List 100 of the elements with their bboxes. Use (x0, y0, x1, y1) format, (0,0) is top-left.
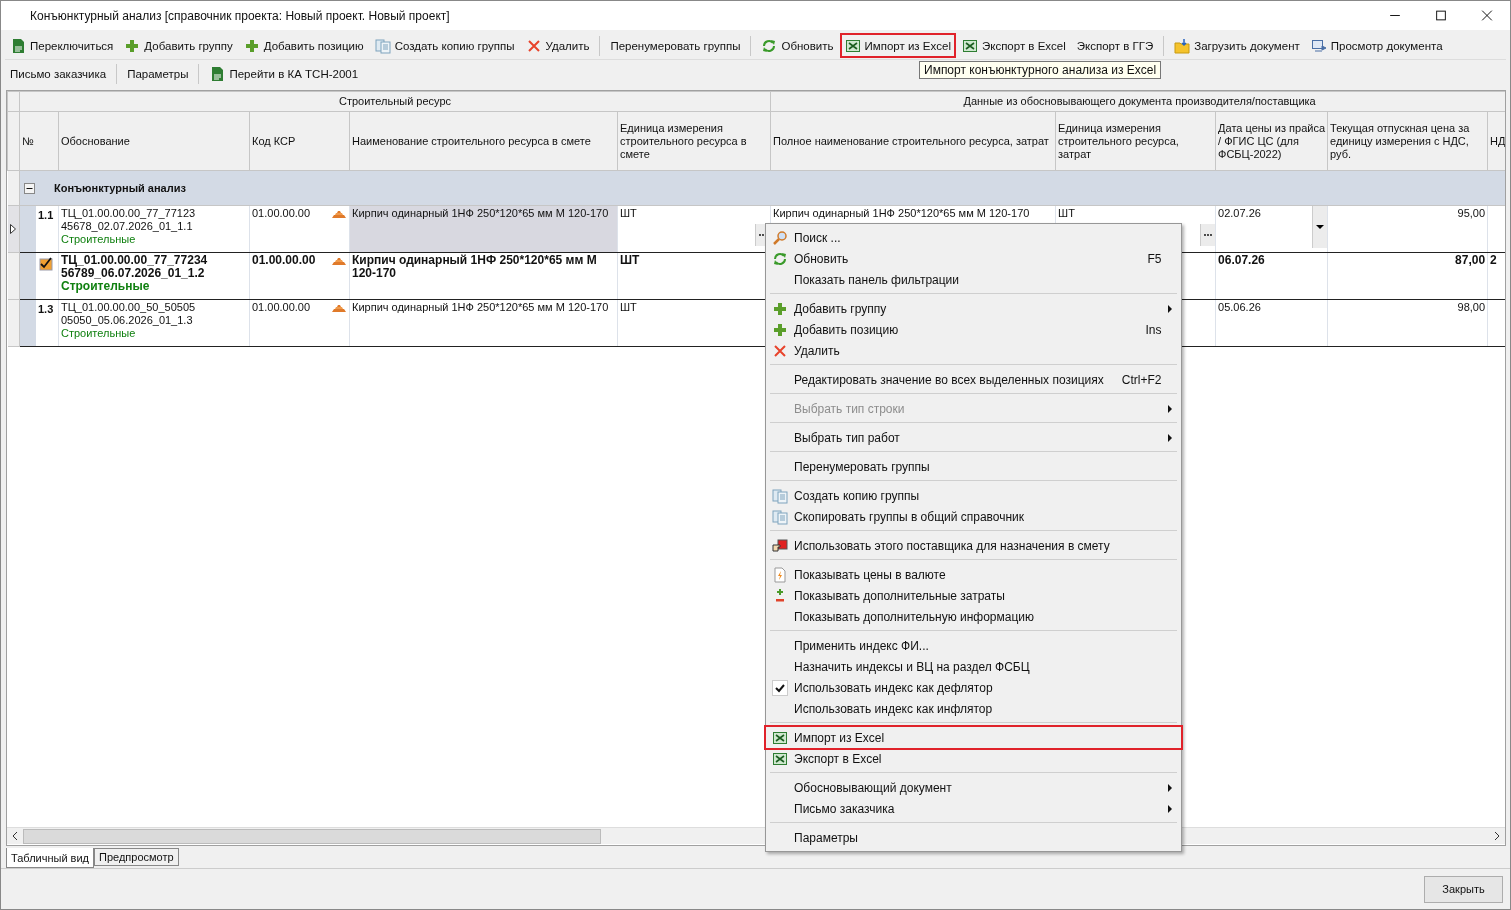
copy-icon (374, 37, 391, 54)
menu-item[interactable]: Перенумеровать группы (768, 456, 1180, 477)
toolbar-button[interactable]: Перейти в КА ТСН-2001 (204, 61, 364, 86)
toolbar-button[interactable]: Письмо заказчика (5, 61, 112, 86)
column-header[interactable]: Код КСР (249, 111, 350, 171)
column-header[interactable]: Единица измерения строительного ресурса, затрат (1055, 111, 1216, 171)
submenu-arrow-icon (1167, 433, 1173, 442)
menu-item[interactable]: Скопировать группы в общий справочник (768, 506, 1180, 527)
column-header[interactable]: Текущая отпускная цена за единицу измерения с НДС, руб. (1327, 111, 1488, 171)
menu-item[interactable]: Редактировать значение во всех выделенных позициях Ctrl+F2 (768, 369, 1180, 390)
menu-item[interactable]: Показывать дополнительную информацию (768, 606, 1180, 627)
menu-item[interactable]: Добавить группу (768, 298, 1180, 319)
category-label: Строительные (61, 280, 151, 293)
column-header[interactable]: № (19, 111, 59, 171)
search-icon (772, 229, 788, 246)
toolbar-button[interactable]: Загрузить документ (1169, 33, 1305, 58)
menu-item[interactable]: Обновить F5 (768, 248, 1180, 269)
menu-item[interactable]: Использовать этого поставщика для назначения в смету (768, 535, 1180, 556)
table-cell: ШТ (1058, 207, 1075, 219)
category-label: Строительные (61, 327, 137, 340)
caret-icon (1316, 225, 1325, 229)
spreadsheet-icon (772, 729, 788, 746)
menu-item[interactable]: Импорт из Excel (766, 727, 1182, 748)
menu-item[interactable]: Использовать индекс как дефлятор (768, 677, 1180, 698)
table-cell: Кирпич одинарный 1НФ 250*120*65 мм М 120-170 (773, 207, 1030, 219)
toolbar-button[interactable]: Экспорт в Excel (956, 33, 1071, 58)
lightning-page-icon (772, 566, 788, 583)
collapse-toggle[interactable] (24, 182, 35, 194)
table-cell: 06.07.26 (1218, 253, 1265, 267)
ellipsis-button[interactable] (1200, 224, 1215, 246)
table-cell: Кирпич одинарный 1НФ 250*120*65 мм М 120-170 (352, 301, 609, 313)
menu-item[interactable]: Показать панель фильтрации (768, 269, 1180, 290)
table-cell-text: ТЦ_01.00.00.00_50_50505 05050_05.06.2026_01_1.3 (61, 301, 197, 327)
table-cell-text: ТЦ_01.00.00.00_77_77123 45678_02.07.2026_01_1.1 (61, 207, 197, 233)
spreadsheet-icon (961, 37, 978, 54)
refresh-icon (761, 37, 778, 54)
table-cell: 05.06.26 (1218, 301, 1261, 313)
column-header[interactable]: Дата цены из прайса / ФГИС ЦС (для ФСБЦ-2022) (1215, 111, 1328, 171)
monitor-icon (1310, 37, 1327, 54)
toolbar-button[interactable]: Переключиться (5, 33, 119, 58)
column-header[interactable]: Единица измерения строительного ресурса в смете (617, 111, 771, 171)
brick-icon (331, 256, 347, 266)
menu-item[interactable]: Экспорт в Excel (768, 748, 1180, 769)
table-cell: 02.07.26 (1218, 207, 1261, 219)
menu-item[interactable]: Показывать цены в валюте (768, 564, 1180, 585)
row-header[interactable] (7, 205, 20, 253)
cross-icon (772, 342, 788, 359)
submenu-arrow-icon (1167, 404, 1173, 413)
table-cell: Кирпич одинарный 1НФ 250*120*65 мм М 120-170 (352, 253, 597, 280)
view-tab[interactable]: Предпросмотр (94, 848, 179, 866)
toolbar-button[interactable]: Добавить группу (119, 33, 238, 58)
table-cell: 01.00.00.00 (252, 207, 311, 220)
column-group-header: Строительный ресурс (19, 91, 771, 112)
menu-item[interactable]: Обосновывающий документ (768, 777, 1180, 798)
column-header[interactable]: Наименование строительного ресурса в смете (349, 111, 618, 171)
table-cell: Кирпич одинарный 1НФ 250*120*65 мм М 120-170 (352, 207, 609, 219)
column-header[interactable]: Полное наименование строительного ресурса, затрат (770, 111, 1056, 171)
menu-item[interactable]: Письмо заказчика (768, 798, 1180, 819)
submenu-arrow-icon (1167, 804, 1173, 813)
toolbar-button[interactable]: Просмотр документа (1305, 33, 1448, 58)
dropdown-button[interactable] (1312, 206, 1327, 248)
brick-icon (331, 209, 347, 219)
copy-icon (772, 487, 788, 504)
toolbar-button[interactable]: Создать копию группы (369, 33, 520, 58)
menu-item[interactable]: Применить индекс ФИ... (768, 635, 1180, 656)
column-header[interactable]: Обоснование (58, 111, 250, 171)
table-cell: 87,00 (1455, 253, 1486, 267)
refresh-icon (772, 250, 788, 267)
menu-item[interactable]: Выбрать тип работ (768, 427, 1180, 448)
menu-item[interactable]: Назначить индексы и ВЦ на раздел ФСБЦ (768, 656, 1180, 677)
toolbar-button[interactable]: Обновить (756, 33, 839, 58)
table-cell: 01.00.00.00 (252, 254, 316, 267)
menu-item[interactable]: Удалить (768, 340, 1180, 361)
toolbar-button[interactable]: Экспорт в ГГЭ (1071, 33, 1159, 58)
toolbar-button[interactable]: Перенумеровать группы (605, 33, 746, 58)
table-cell-text: ТЦ_01.00.00.00_77_77234 56789_06.07.2026_01_1.2 (61, 254, 209, 280)
toolbar-button[interactable]: Добавить позицию (238, 33, 369, 58)
menu-item[interactable]: Добавить позицию Ins (768, 319, 1180, 340)
menu-item[interactable]: Поиск ... (768, 227, 1180, 248)
plus-icon (243, 37, 260, 54)
menu-item[interactable]: Использовать индекс как инфлятор (768, 698, 1180, 719)
close-button[interactable]: Закрыть (1424, 875, 1503, 903)
table-cell: ШТ (620, 207, 637, 219)
column-group-header: Данные из обосновывающего документа производителя/поставщика (770, 91, 1505, 112)
table-cell: 95,00 (1457, 207, 1486, 219)
table-cell: 98,00 (1457, 301, 1486, 313)
toolbar-button[interactable]: Удалить (520, 33, 595, 58)
toolbar-button[interactable]: Импорт из Excel (839, 33, 956, 58)
table-cell: ШТ (620, 301, 637, 313)
view-tab[interactable]: Табличный вид (6, 848, 95, 868)
row-number: 1.3 (38, 303, 54, 316)
menu-item[interactable]: Создать копию группы (768, 485, 1180, 506)
category-label: Строительные (61, 233, 137, 246)
menu-item[interactable]: Показывать дополнительные затраты (768, 585, 1180, 606)
document-icon (209, 65, 226, 82)
row-pointer-icon (9, 224, 16, 234)
plus-icon (124, 37, 141, 54)
toolbar-button[interactable]: Параметры (122, 61, 194, 86)
tooltip: Импорт конъюнктурного анализа из Excel (919, 61, 1162, 79)
menu-item[interactable]: Параметры (768, 827, 1180, 848)
